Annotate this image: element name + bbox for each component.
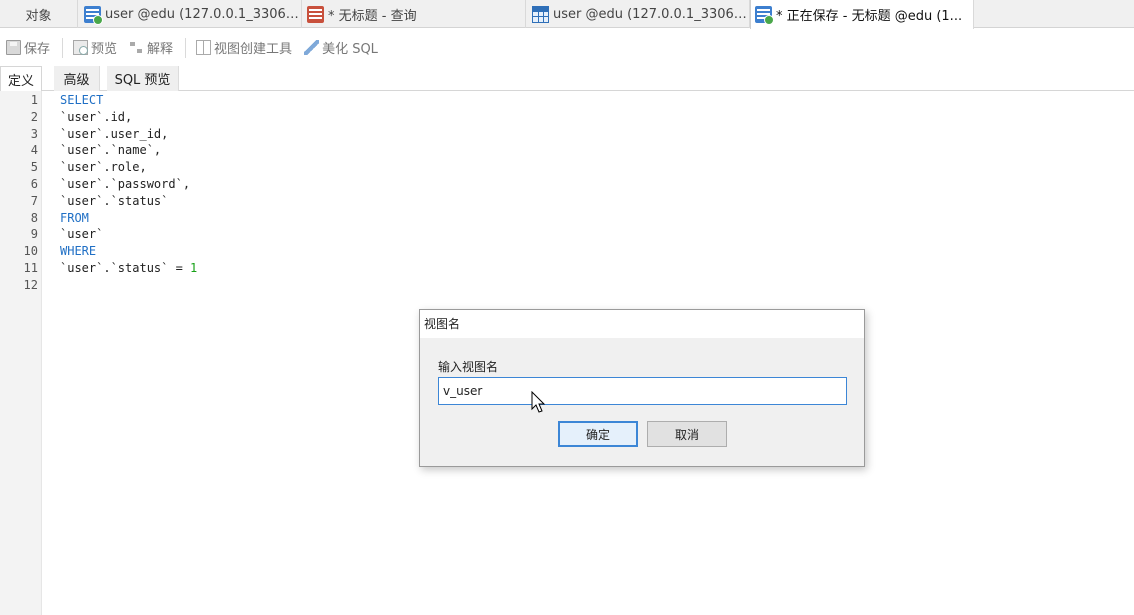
code-line: `user`.`status` = 1 — [60, 260, 197, 277]
code-line: `user`.role, — [60, 159, 147, 176]
line-number: 5 — [30, 160, 38, 174]
preview-button[interactable]: 预览 — [73, 38, 117, 57]
line-number: 8 — [30, 211, 38, 225]
save-button[interactable]: 保存 — [6, 38, 50, 57]
line-number: 1 — [30, 93, 38, 107]
preview-label: 预览 — [91, 42, 118, 57]
line-number: 4 — [30, 143, 38, 157]
editor-tab-bar: 对象 user @edu (127.0.0.1_3306) ... * 无标题 … — [0, 0, 1134, 29]
tab-label: * 无标题 - 查询 — [328, 8, 417, 24]
line-number: 7 — [30, 194, 38, 208]
beautify-icon — [304, 40, 320, 55]
code-line: `user`.`status` — [60, 193, 168, 210]
code-text: `user`.role, — [60, 160, 147, 174]
tab-definition[interactable]: 定义 — [0, 66, 42, 92]
line-number: 10 — [23, 244, 38, 258]
view-name-dialog: 视图名 输入视图名 确定 取消 — [419, 309, 865, 467]
tab-sql-preview[interactable]: SQL 预览 — [107, 66, 179, 91]
code-text: `user`.`status` — [60, 194, 169, 208]
code-text: `user`.`status` = — [60, 261, 191, 275]
preview-icon — [73, 40, 89, 55]
explain-icon — [129, 40, 145, 55]
toolbar-separator — [185, 37, 187, 58]
code-line: WHERE — [60, 243, 96, 260]
explain-label: 解释 — [147, 42, 174, 57]
code-line: `user`.`name`, — [60, 142, 161, 159]
view-designer-icon — [755, 6, 774, 25]
code-text: SELECT — [60, 93, 104, 107]
save-label: 保存 — [24, 42, 51, 57]
toolbar-separator — [62, 37, 64, 58]
code-line: `user`.id, — [60, 109, 132, 126]
tab-untitled-query[interactable]: * 无标题 - 查询 — [303, 0, 526, 28]
code-text: `user`.`password`, — [60, 177, 191, 191]
table-icon — [532, 5, 549, 23]
view-subtabs: 定义 高级 SQL 预览 — [0, 66, 1134, 92]
dialog-title: 视图名 — [420, 310, 864, 338]
code-text: `user`.user_id, — [60, 127, 169, 141]
view-builder-icon — [196, 40, 212, 55]
toolbar: 保存 预览 解释 视图创建工具 美化 SQL — [0, 29, 1134, 66]
beautify-sql-button[interactable]: 美化 SQL — [304, 38, 378, 57]
mouse-pointer-icon — [531, 391, 546, 413]
code-text: `user`.`name`, — [60, 143, 162, 157]
line-number: 9 — [30, 227, 38, 241]
view-builder-label: 视图创建工具 — [214, 42, 293, 57]
save-icon — [6, 40, 21, 55]
code-line: `user` — [60, 226, 103, 243]
query-icon — [307, 5, 324, 23]
line-number: 3 — [30, 127, 38, 141]
ok-button[interactable]: 确定 — [558, 421, 638, 447]
code-text: `user`.id, — [60, 110, 133, 124]
view-designer-icon — [84, 5, 103, 25]
beautify-label: 美化 SQL — [322, 42, 378, 57]
code-text: `user` — [60, 227, 104, 241]
line-number: 2 — [30, 110, 38, 124]
line-number: 11 — [23, 261, 38, 275]
code-line: FROM — [60, 210, 89, 227]
code-line: SELECT — [60, 92, 103, 109]
line-number: 6 — [30, 177, 38, 191]
tab-label: user @edu (127.0.0.1_3306) ... — [553, 6, 749, 22]
view-builder-button[interactable]: 视图创建工具 — [196, 38, 292, 57]
code-text: FROM — [60, 211, 89, 225]
tab-view-user[interactable]: user @edu (127.0.0.1_3306) ... — [80, 0, 302, 28]
cancel-button[interactable]: 取消 — [647, 421, 727, 447]
tab-label: * 正在保存 - 无标题 @edu (1... — [776, 9, 963, 24]
tab-label: user @edu (127.0.0.1_3306) ... — [105, 6, 301, 22]
line-number: 12 — [23, 278, 38, 292]
explain-button[interactable]: 解释 — [129, 38, 173, 57]
code-line: `user`.user_id, — [60, 126, 168, 143]
tab-advanced[interactable]: 高级 — [54, 66, 100, 91]
view-name-label: 输入视图名 — [438, 360, 499, 374]
tab-saving-view[interactable]: * 正在保存 - 无标题 @edu (1... — [750, 0, 974, 29]
code-line: `user`.`password`, — [60, 176, 190, 193]
tab-objects-label: 对象 — [25, 8, 52, 24]
tab-objects[interactable]: 对象 — [0, 0, 78, 28]
view-name-input[interactable] — [438, 377, 847, 405]
number-literal: 1 — [190, 261, 198, 275]
code-text: WHERE — [60, 244, 97, 258]
tab-table-user[interactable]: user @edu (127.0.0.1_3306) ... — [528, 0, 750, 28]
